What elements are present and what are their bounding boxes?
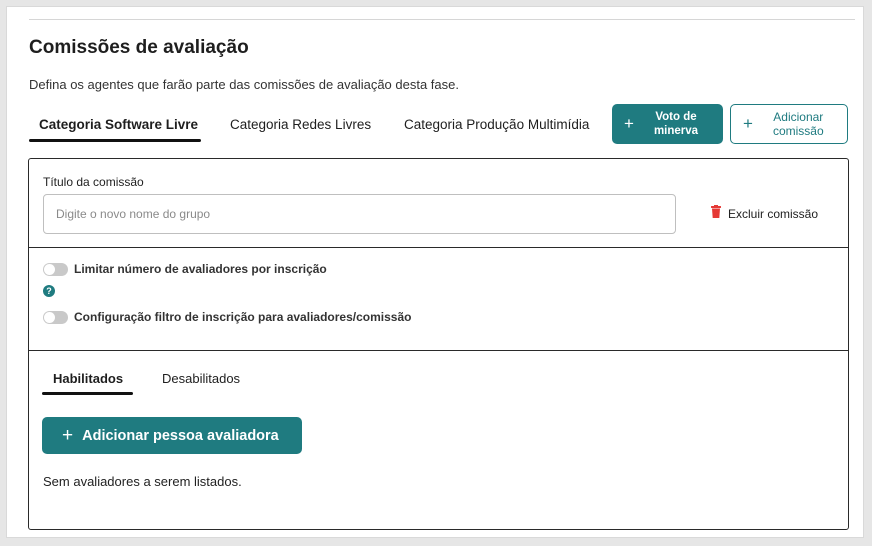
trash-icon — [711, 205, 721, 223]
vote-minerva-label: Voto de minerva — [653, 111, 699, 137]
add-evaluator-label: Adicionar pessoa avaliadora — [82, 427, 279, 444]
tab-desabilitados[interactable]: Desabilitados — [162, 371, 240, 386]
plus-icon: + — [624, 114, 634, 133]
add-commission-button[interactable]: + Adicionar comissão — [730, 104, 848, 144]
question-icon[interactable]: ? — [43, 285, 55, 297]
section-divider — [29, 350, 848, 351]
tab-habilitados[interactable]: Habilitados — [53, 371, 123, 386]
commission-title-input[interactable] — [43, 194, 676, 234]
commission-title-label: Título da comissão — [43, 175, 144, 189]
toggle-registration-filter-label: Configuração filtro de inscrição para av… — [74, 310, 412, 324]
delete-commission-button[interactable]: Excluir comissão — [711, 205, 818, 223]
delete-commission-label: Excluir comissão — [728, 207, 819, 221]
toggle-limit-evaluators[interactable]: Limitar número de avaliadores por inscri… — [43, 262, 327, 276]
top-divider — [29, 19, 855, 20]
toggle-switch[interactable] — [43, 262, 68, 276]
page-title: Comissões de avaliação — [29, 37, 249, 58]
vote-minerva-button[interactable]: + Voto de minerva — [612, 104, 723, 144]
toggle-limit-evaluators-label: Limitar número de avaliadores por inscri… — [74, 262, 327, 276]
add-evaluator-button[interactable]: + Adicionar pessoa avaliadora — [42, 417, 302, 454]
tab-categoria-software-livre[interactable]: Categoria Software Livre — [39, 117, 198, 132]
plus-icon: + — [62, 424, 74, 446]
tab-categoria-redes-livres[interactable]: Categoria Redes Livres — [230, 117, 371, 132]
page-frame: Comissões de avaliação Defina os agentes… — [6, 6, 864, 538]
toggle-switch[interactable] — [43, 310, 68, 324]
commission-panel: Título da comissão Excluir comissão Limi… — [28, 158, 849, 530]
active-subtab-indicator — [42, 392, 133, 395]
empty-state-message: Sem avaliadores a serem listados. — [43, 474, 242, 489]
plus-icon: + — [743, 114, 753, 133]
tab-categoria-producao-multimidia[interactable]: Categoria Produção Multimídia — [404, 117, 589, 132]
active-tab-indicator — [29, 139, 201, 142]
section-divider — [29, 247, 848, 248]
toggle-registration-filter[interactable]: Configuração filtro de inscrição para av… — [43, 310, 411, 324]
page-subtitle: Defina os agentes que farão parte das co… — [29, 77, 459, 92]
add-commission-label: Adicionar comissão — [772, 110, 824, 138]
